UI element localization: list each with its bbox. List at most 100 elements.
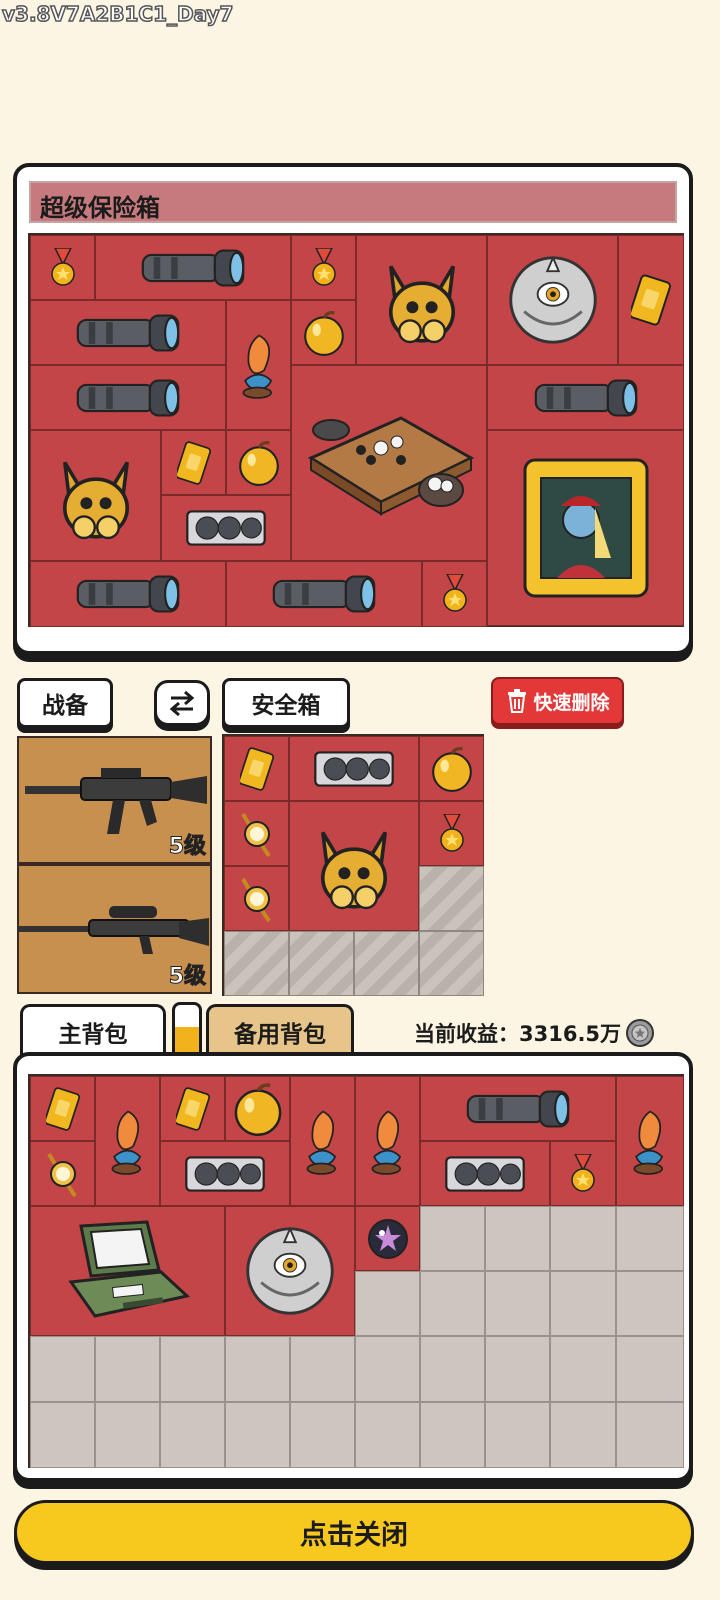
item-gold-apple[interactable]: [419, 736, 484, 801]
item-gold-bar[interactable]: [224, 736, 289, 801]
item-eye-relic[interactable]: [487, 235, 618, 365]
item-gold-apple[interactable]: [291, 300, 356, 365]
item-star-orb[interactable]: [355, 1206, 420, 1271]
item-medal[interactable]: [550, 1141, 616, 1206]
item-pocket-watch[interactable]: [224, 866, 289, 931]
sniper-rifle-icon: [19, 906, 209, 954]
quick-delete-button[interactable]: 快速删除: [491, 677, 624, 725]
backpack-grid: [28, 1074, 684, 1468]
item-gold-apple[interactable]: [226, 430, 291, 495]
earnings-display: 当前收益： 3316.5万: [414, 1018, 655, 1048]
empty-slot: [355, 1402, 420, 1468]
item-gold-cat[interactable]: [30, 430, 161, 561]
tab-main-backpack[interactable]: 主背包: [20, 1004, 166, 1056]
empty-slot: [485, 1402, 550, 1468]
locked-slot: [224, 931, 289, 996]
item-go-board[interactable]: [291, 365, 487, 561]
item-scope[interactable]: [487, 365, 684, 430]
empty-slot: [355, 1271, 420, 1336]
locked-slot: [419, 931, 484, 996]
swap-button[interactable]: [154, 680, 210, 726]
item-gpu[interactable]: [289, 736, 419, 801]
item-gpu[interactable]: [160, 1141, 290, 1206]
item-scope[interactable]: [30, 561, 226, 627]
item-gold-bar[interactable]: [161, 430, 226, 495]
locked-slot: [289, 931, 354, 996]
item-scope[interactable]: [30, 300, 226, 365]
item-gold-cat[interactable]: [289, 801, 419, 931]
empty-slot: [420, 1271, 485, 1336]
empty-slot: [485, 1271, 550, 1336]
empty-slot: [30, 1402, 95, 1468]
weapon-level: 5级: [168, 964, 206, 990]
empty-slot: [420, 1402, 485, 1468]
empty-slot: [616, 1336, 684, 1402]
empty-slot: [420, 1336, 485, 1402]
empty-slot: [485, 1206, 550, 1271]
item-scope[interactable]: [30, 365, 226, 430]
vault-panel: 超级保险箱: [13, 163, 693, 655]
empty-slot: [160, 1402, 225, 1468]
item-pocket-watch[interactable]: [30, 1141, 95, 1206]
item-gold-bar[interactable]: [160, 1076, 225, 1141]
item-scope[interactable]: [420, 1076, 616, 1141]
empty-slot: [225, 1402, 290, 1468]
safebox-tab[interactable]: 安全箱: [222, 678, 350, 728]
weapon-slot[interactable]: 5级: [17, 864, 212, 994]
weapon-slot[interactable]: 5级: [17, 736, 212, 864]
earnings-label: 当前收益：: [414, 1022, 519, 1046]
empty-slot: [160, 1336, 225, 1402]
item-gold-bar[interactable]: [618, 235, 684, 365]
empty-slot: [30, 1336, 95, 1402]
item-gold-bar[interactable]: [30, 1076, 95, 1141]
item-scope[interactable]: [226, 561, 422, 627]
version-label: v3.8V7A2B1C1_Day7: [1, 1, 234, 27]
close-button-label: 点击关闭: [300, 1519, 408, 1551]
empty-slot: [225, 1336, 290, 1402]
vault-grid: [28, 233, 684, 627]
empty-slot: [550, 1336, 616, 1402]
empty-slot: [420, 1206, 485, 1271]
equip-button[interactable]: 战备: [17, 678, 113, 728]
vault-title: 超级保险箱: [40, 194, 160, 222]
item-eye-relic[interactable]: [225, 1206, 355, 1336]
empty-slot: [616, 1402, 684, 1468]
empty-slot: [550, 1271, 616, 1336]
item-medal[interactable]: [291, 235, 356, 300]
tab-backup-backpack[interactable]: 备用背包: [206, 1004, 354, 1056]
empty-slot: [485, 1336, 550, 1402]
locked-slot: [419, 866, 484, 931]
empty-slot: [355, 1336, 420, 1402]
swap-arrows-icon: [169, 690, 195, 717]
item-gold-apple[interactable]: [225, 1076, 290, 1141]
empty-slot: [616, 1271, 684, 1336]
item-koi-statue[interactable]: [355, 1076, 420, 1206]
empty-slot: [550, 1206, 616, 1271]
item-koi-statue[interactable]: [616, 1076, 684, 1206]
item-gold-cat[interactable]: [356, 235, 487, 365]
coin-icon: [626, 1019, 655, 1047]
empty-slot: [550, 1402, 616, 1468]
item-gpu[interactable]: [161, 495, 291, 561]
item-gpu[interactable]: [420, 1141, 550, 1206]
capacity-fill: [175, 1027, 199, 1054]
close-button[interactable]: 点击关闭: [14, 1500, 694, 1564]
trash-icon: [508, 689, 527, 713]
locked-slot: [354, 931, 419, 996]
item-medal[interactable]: [422, 561, 487, 627]
weapon-level: 5级: [168, 834, 206, 860]
item-medal[interactable]: [419, 801, 484, 866]
item-koi-statue[interactable]: [290, 1076, 355, 1206]
item-scope[interactable]: [95, 235, 291, 300]
item-pocket-watch[interactable]: [224, 801, 289, 866]
item-koi-statue[interactable]: [226, 300, 291, 430]
item-portrait[interactable]: [487, 430, 684, 626]
vault-title-bar: 超级保险箱: [29, 181, 677, 223]
empty-slot: [290, 1336, 355, 1402]
safebox-grid: [222, 734, 484, 996]
item-field-laptop[interactable]: [30, 1206, 225, 1336]
item-koi-statue[interactable]: [95, 1076, 160, 1206]
earnings-value: 3316.5万: [519, 1022, 622, 1046]
item-medal[interactable]: [30, 235, 95, 300]
backpack-panel: [13, 1052, 693, 1482]
